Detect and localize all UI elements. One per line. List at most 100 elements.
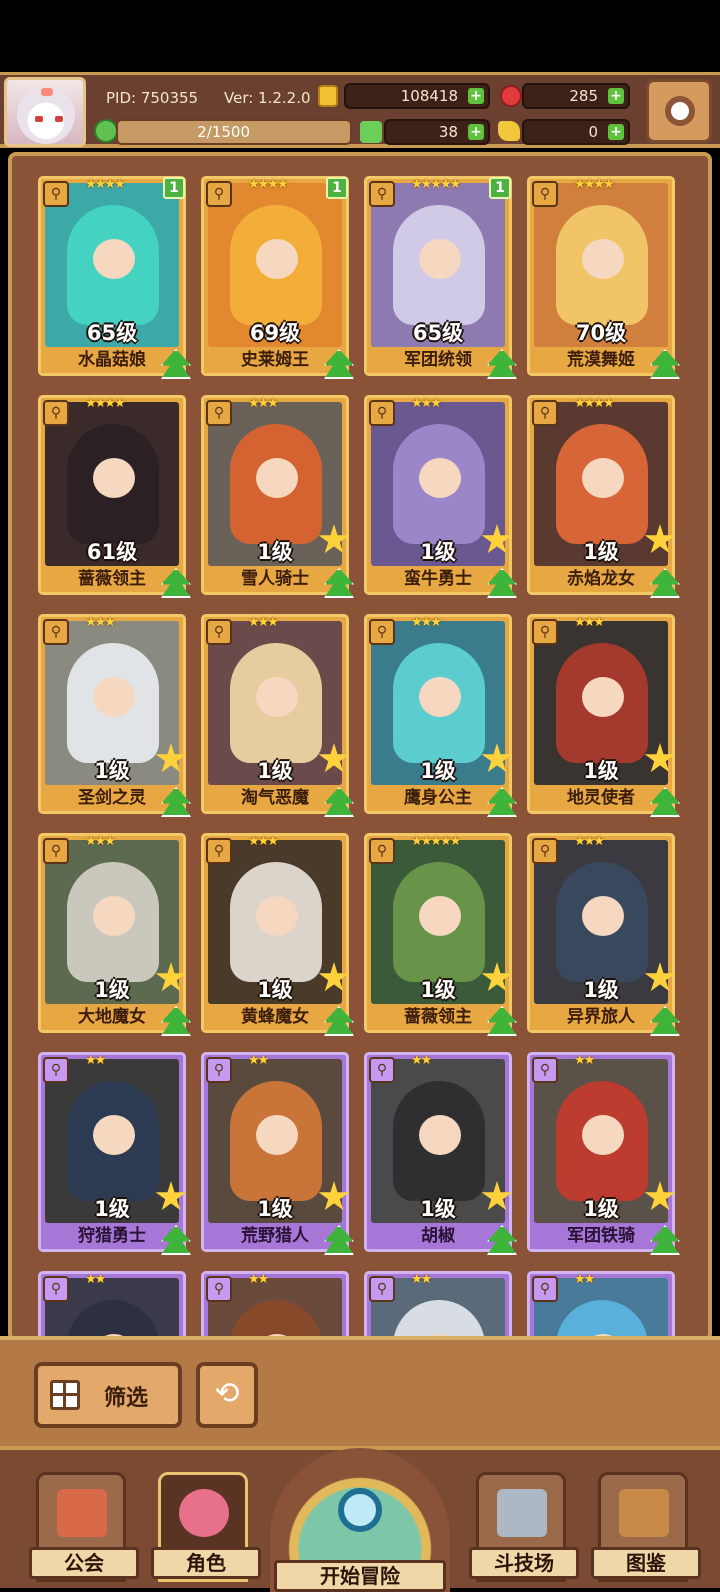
count-badge: 1 xyxy=(489,177,511,199)
add-clover-button[interactable]: + xyxy=(468,124,484,140)
nav-role[interactable]: 角色 xyxy=(151,1472,261,1582)
rarity-stars: ★★★★ xyxy=(248,177,289,192)
game-version: Ver: 1.2.2.0 xyxy=(224,89,311,107)
rarity-stars: ★★ xyxy=(85,1053,106,1068)
resource-bar: PID: 750355 Ver: 1.2.2.0 108418 + 285 + … xyxy=(0,72,720,148)
stamina-value: 2/1500 xyxy=(197,123,250,141)
magnifier-icon xyxy=(338,1488,382,1532)
character-card[interactable]: ⚲ ★★★★★ 1 65级 军团统领 xyxy=(364,176,517,379)
character-name: 雪人骑士 xyxy=(204,566,346,592)
add-apple-button[interactable]: + xyxy=(608,88,624,104)
nav-codex[interactable]: 图鉴 xyxy=(591,1472,701,1582)
nav-adventure[interactable]: 开始冒险 xyxy=(270,1448,450,1592)
character-card[interactable]: ⚲ ★★★ 1级 大地魔女 xyxy=(38,833,191,1036)
character-face xyxy=(419,458,461,498)
class-icon: ⚲ xyxy=(532,400,558,426)
character-name: 黄蜂魔女 xyxy=(204,1004,346,1030)
avatar-eye xyxy=(55,116,63,122)
rarity-stars: ★★★ xyxy=(85,834,116,849)
refresh-button[interactable]: ⟲ xyxy=(196,1362,258,1428)
character-level: 1级 xyxy=(583,540,619,564)
rarity-stars: ★★★ xyxy=(411,615,442,630)
character-card[interactable]: ⚲ ★★ xyxy=(201,1271,349,1338)
character-face xyxy=(256,677,298,717)
character-level: 61级 xyxy=(86,540,138,564)
rarity-stars: ★★★★★ xyxy=(411,177,461,192)
gold-value: 108418 xyxy=(400,87,458,105)
nav-arena-label: 斗技场 xyxy=(469,1547,579,1579)
character-card[interactable]: ⚲ ★★ xyxy=(38,1271,186,1338)
class-icon: ⚲ xyxy=(206,1276,232,1302)
character-card[interactable]: ⚲ ★★ 1级 狩猎勇士 xyxy=(38,1052,191,1255)
character-card[interactable]: ⚲ ★★★★ 1 65级 水晶菇娘 xyxy=(38,176,191,379)
character-face xyxy=(419,1115,461,1155)
character-face xyxy=(93,896,135,936)
add-key-button[interactable]: + xyxy=(608,124,624,140)
apple-icon xyxy=(500,85,522,107)
settings-button[interactable] xyxy=(646,79,712,143)
class-icon: ⚲ xyxy=(206,181,232,207)
rarity-stars: ★★★ xyxy=(411,396,442,411)
nav-arena[interactable]: 斗技场 xyxy=(469,1472,579,1582)
rarity-stars: ★★ xyxy=(411,1272,432,1287)
character-card[interactable]: ⚲ ★★★★ 1级 赤焰龙女 xyxy=(527,395,680,598)
class-icon: ⚲ xyxy=(43,181,69,207)
character-face xyxy=(582,896,624,936)
refresh-icon: ⟲ xyxy=(214,1376,240,1411)
class-icon: ⚲ xyxy=(43,400,69,426)
character-face xyxy=(256,239,298,279)
character-card[interactable]: ⚲ ★★ 1级 荒野猎人 xyxy=(201,1052,354,1255)
guild-house-icon xyxy=(57,1489,107,1537)
rarity-stars: ★★ xyxy=(411,1053,432,1068)
character-name: 史莱姆王 xyxy=(204,347,346,373)
character-level: 1级 xyxy=(257,540,293,564)
character-card[interactable]: ⚲ ★★ 1级 军团铁骑 xyxy=(527,1052,680,1255)
character-name: 胡椒 xyxy=(367,1223,509,1249)
character-face xyxy=(93,677,135,717)
apple-value: 285 xyxy=(569,87,598,105)
character-card[interactable]: ⚲ ★★★ 1级 雪人骑士 xyxy=(201,395,354,598)
add-gold-button[interactable]: + xyxy=(468,88,484,104)
character-name: 荒漠舞姬 xyxy=(530,347,672,373)
rarity-stars: ★★★ xyxy=(248,396,279,411)
character-card[interactable]: ⚲ ★★ xyxy=(527,1271,675,1338)
player-id: PID: 750355 xyxy=(106,89,199,107)
character-card[interactable]: ⚲ ★★★ 1级 黄蜂魔女 xyxy=(201,833,354,1036)
clover-value: 38 xyxy=(438,123,458,141)
count-badge: 1 xyxy=(326,177,348,199)
nav-codex-label: 图鉴 xyxy=(591,1547,701,1579)
character-name: 地灵使者 xyxy=(530,785,672,811)
character-level: 1级 xyxy=(420,1197,456,1221)
character-level: 1级 xyxy=(420,978,456,1002)
character-card[interactable]: ⚲ ★★★★★ 1级 蔷薇领主 xyxy=(364,833,517,1036)
character-card[interactable]: ⚲ ★★★ 1级 鹰身公主 xyxy=(364,614,517,817)
character-name: 蔷薇领主 xyxy=(367,1004,509,1030)
class-icon: ⚲ xyxy=(206,619,232,645)
character-card[interactable]: ⚲ ★★★★ 61级 蔷薇领主 xyxy=(38,395,191,598)
status-bar xyxy=(0,0,720,72)
player-avatar[interactable] xyxy=(4,77,86,147)
rarity-stars: ★★★★ xyxy=(85,396,126,411)
nav-guild[interactable]: 公会 xyxy=(29,1472,139,1582)
character-card[interactable]: ⚲ ★★★★ 1 69级 史莱姆王 xyxy=(201,176,354,379)
character-card[interactable]: ⚲ ★★★★ 70级 荒漠舞姬 xyxy=(527,176,680,379)
character-card[interactable]: ⚲ ★★ xyxy=(364,1271,512,1338)
character-face xyxy=(419,239,461,279)
rarity-stars: ★★★ xyxy=(85,615,116,630)
character-face xyxy=(256,1115,298,1155)
character-card[interactable]: ⚲ ★★★ 1级 淘气恶魔 xyxy=(201,614,354,817)
class-icon: ⚲ xyxy=(43,838,69,864)
character-level: 70级 xyxy=(575,321,627,345)
filter-button[interactable]: 筛选 xyxy=(34,1362,182,1428)
character-card[interactable]: ⚲ ★★★ 1级 圣剑之灵 xyxy=(38,614,191,817)
rarity-stars: ★★ xyxy=(574,1272,595,1287)
class-icon: ⚲ xyxy=(532,619,558,645)
class-icon: ⚲ xyxy=(369,400,395,426)
avatar-eye xyxy=(35,116,43,122)
character-card[interactable]: ⚲ ★★★ 1级 异界旅人 xyxy=(527,833,680,1036)
character-card[interactable]: ⚲ ★★★ 1级 蛮牛勇士 xyxy=(364,395,517,598)
character-card[interactable]: ⚲ ★★ 1级 胡椒 xyxy=(364,1052,517,1255)
character-level: 1级 xyxy=(420,540,456,564)
nav-adventure-label: 开始冒险 xyxy=(274,1560,446,1592)
character-card[interactable]: ⚲ ★★★ 1级 地灵使者 xyxy=(527,614,680,817)
